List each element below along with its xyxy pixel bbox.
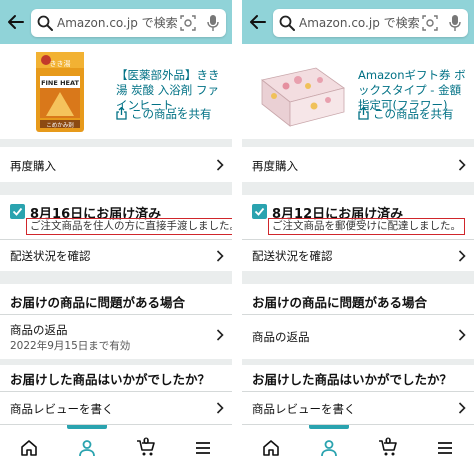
chevron-right-icon: [216, 402, 224, 414]
share-product-link[interactable]: この商品を共有: [358, 107, 454, 121]
package-brand-text: FINE HEAT: [41, 79, 79, 87]
review-section-title: お届けした商品はいかがでしたか？: [10, 372, 211, 387]
back-arrow-icon[interactable]: [248, 12, 268, 32]
write-review-label: 商品レビューを書く: [10, 402, 114, 416]
product-image[interactable]: [256, 66, 348, 128]
microphone-icon[interactable]: [449, 14, 461, 32]
track-package-label: 配送状況を確認: [10, 249, 91, 263]
search-icon: [279, 15, 295, 31]
product-image[interactable]: きき湯 FINE HEAT こめかみ剤: [36, 52, 84, 132]
nav-cart[interactable]: 0: [116, 425, 174, 474]
account-icon: [79, 440, 95, 457]
camera-icon[interactable]: [180, 15, 196, 31]
home-icon: [263, 440, 279, 456]
chevron-right-icon: [458, 402, 466, 414]
delivery-note-highlight: ご注文商品を住人の方に直接手渡しました。: [26, 218, 232, 235]
write-review-label: 商品レビューを書く: [252, 402, 356, 416]
search-icon: [37, 15, 53, 31]
write-review-row[interactable]: 商品レビューを書く: [242, 392, 474, 424]
problem-section: お届けの商品に問題がある場合 商品の返品: [242, 284, 474, 359]
nav-account[interactable]: [58, 425, 116, 474]
account-icon: [321, 440, 337, 457]
share-product-link[interactable]: この商品を共有: [116, 107, 212, 121]
package-sub-text: こめかみ剤: [46, 121, 74, 129]
home-icon: [21, 440, 37, 456]
delivery-status: 8月16日にお届け済み ご注文商品を住人の方に直接手渡しました。 配送状況を確認: [0, 195, 232, 271]
nav-home[interactable]: [0, 425, 58, 474]
review-section-title: お届けした商品はいかがでしたか？: [252, 372, 453, 387]
product-card[interactable]: きき湯 FINE HEAT こめかみ剤 【医薬部外品】きき湯 炭酸 入浴剤 ファ…: [0, 44, 232, 139]
nav-home[interactable]: [242, 425, 300, 474]
search-input[interactable]: Amazon.co.jp で検索: [273, 9, 468, 37]
return-item-label: 商品の返品: [252, 330, 310, 344]
nav-cart[interactable]: 0: [358, 425, 416, 474]
checkbox-checked-icon: [252, 204, 267, 219]
review-section: お届けした商品はいかがでしたか？ 商品レビューを書く: [242, 365, 474, 424]
rebuy-label: 再度購入: [252, 159, 298, 173]
bottom-navigation: 0: [0, 424, 232, 474]
search-placeholder: Amazon.co.jp で検索: [57, 16, 178, 30]
share-icon: [358, 107, 369, 120]
rebuy-label: 再度購入: [10, 159, 56, 173]
search-input[interactable]: Amazon.co.jp で検索: [31, 9, 226, 37]
delivery-note-highlight: ご注文商品を郵便受けに配達しました。: [268, 218, 465, 235]
camera-icon[interactable]: [422, 15, 438, 31]
chevron-right-icon: [216, 329, 224, 341]
return-item-row[interactable]: 商品の返品 2022年9月15日まで有効: [0, 315, 232, 359]
return-item-row[interactable]: 商品の返品: [242, 315, 474, 359]
return-item-label: 商品の返品: [10, 323, 68, 337]
cart-icon: [379, 440, 397, 456]
microphone-icon[interactable]: [207, 14, 219, 32]
return-deadline: 2022年9月15日まで有効: [10, 340, 131, 352]
search-placeholder: Amazon.co.jp で検索: [299, 16, 420, 30]
problem-section: お届けの商品に問題がある場合 商品の返品 2022年9月15日まで有効: [0, 284, 232, 359]
active-tab-indicator: [67, 425, 107, 429]
track-package-row[interactable]: 配送状況を確認: [242, 240, 474, 271]
problem-section-title: お届けの商品に問題がある場合: [252, 295, 428, 310]
search-header: Amazon.co.jp で検索: [0, 0, 232, 44]
menu-icon: [196, 442, 210, 454]
chevron-right-icon: [458, 250, 466, 262]
delivery-status: 8月12日にお届け済み ご注文商品を郵便受けに配達しました。 配送状況を確認: [242, 195, 474, 271]
review-section: お届けした商品はいかがでしたか？ 商品レビューを書く: [0, 365, 232, 424]
active-tab-indicator: [309, 425, 349, 429]
rebuy-row[interactable]: 再度購入: [0, 147, 232, 182]
package-text-top: きき湯: [50, 59, 71, 68]
rebuy-row[interactable]: 再度購入: [242, 147, 474, 182]
menu-icon: [438, 442, 452, 454]
left-order-panel: Amazon.co.jp で検索 きき湯 FINE HEAT こめかみ剤 【医薬…: [0, 0, 232, 474]
product-card[interactable]: Amazonギフト券 ボックスタイプ - 金額指定可(フラワー) この商品を共有: [242, 44, 474, 139]
problem-section-title: お届けの商品に問題がある場合: [10, 295, 186, 310]
back-arrow-icon[interactable]: [6, 12, 26, 32]
chevron-right-icon: [458, 159, 466, 171]
nav-menu[interactable]: [174, 425, 232, 474]
chevron-right-icon: [216, 250, 224, 262]
write-review-row[interactable]: 商品レビューを書く: [0, 392, 232, 424]
share-label: この商品を共有: [131, 107, 212, 121]
cart-icon: [137, 440, 155, 456]
chevron-right-icon: [458, 329, 466, 341]
right-order-panel: Amazon.co.jp で検索 Amazonギフト券 ボックスタイプ - 金額…: [242, 0, 474, 474]
share-label: この商品を共有: [373, 107, 454, 121]
track-package-label: 配送状況を確認: [252, 249, 333, 263]
chevron-right-icon: [216, 159, 224, 171]
share-icon: [116, 107, 127, 120]
nav-menu[interactable]: [416, 425, 474, 474]
nav-account[interactable]: [300, 425, 358, 474]
track-package-row[interactable]: 配送状況を確認: [0, 240, 232, 271]
search-header: Amazon.co.jp で検索: [242, 0, 474, 44]
bottom-navigation: 0: [242, 424, 474, 474]
checkbox-checked-icon: [10, 204, 25, 219]
